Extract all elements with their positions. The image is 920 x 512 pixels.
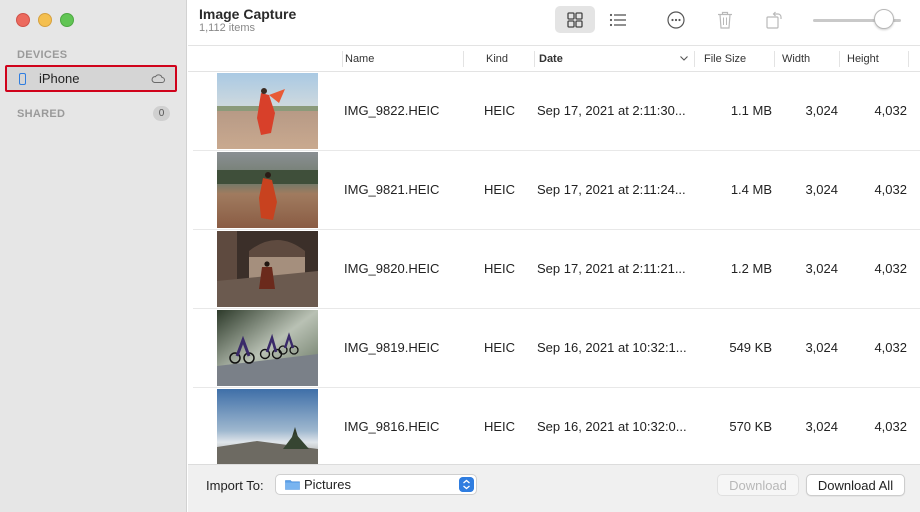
- image-width: 3,024: [805, 261, 838, 276]
- table-row[interactable]: IMG_9819.HEIC HEIC Sep 16, 2021 at 10:32…: [188, 309, 920, 388]
- rotate-icon: [766, 11, 782, 29]
- thumbnail-size-slider-knob[interactable]: [874, 9, 894, 29]
- select-stepper-icon: [459, 477, 474, 492]
- chevron-down-icon: [680, 56, 688, 61]
- minimize-window-button[interactable]: [38, 13, 52, 27]
- table-header: Name Kind Date File Size Width Height: [188, 46, 920, 72]
- file-name: IMG_9819.HEIC: [344, 340, 440, 355]
- window-controls: [16, 13, 74, 27]
- image-height: 4,032: [874, 340, 907, 355]
- file-name: IMG_9820.HEIC: [344, 261, 440, 276]
- list-view-icon: [609, 13, 626, 26]
- file-size: 549 KB: [729, 340, 772, 355]
- photo-thumbnail: [217, 389, 318, 464]
- file-name: IMG_9816.HEIC: [344, 419, 440, 434]
- file-date: Sep 17, 2021 at 2:11:21...: [537, 261, 686, 276]
- file-kind: HEIC: [484, 419, 516, 434]
- import-destination-value: Pictures: [304, 477, 351, 492]
- image-height: 4,032: [874, 261, 907, 276]
- folder-icon: [285, 480, 300, 490]
- more-actions-button[interactable]: [656, 6, 696, 33]
- trash-icon: [718, 11, 732, 29]
- photo-thumbnail: [217, 73, 318, 149]
- grid-view-button[interactable]: [555, 6, 595, 33]
- file-kind: HEIC: [484, 261, 516, 276]
- toolbar: Image Capture 1,112 items: [188, 0, 920, 46]
- file-date: Sep 17, 2021 at 2:11:30...: [537, 103, 686, 118]
- image-width: 3,024: [805, 103, 838, 118]
- photo-thumbnail: [217, 310, 318, 386]
- column-header-date[interactable]: Date: [539, 53, 563, 65]
- device-name: iPhone: [39, 71, 80, 86]
- photo-thumbnail: [217, 152, 318, 228]
- shared-section-label: SHARED: [17, 108, 66, 120]
- column-header-name[interactable]: Name: [345, 53, 374, 65]
- image-width: 3,024: [805, 340, 838, 355]
- download-all-button[interactable]: Download All: [806, 474, 905, 496]
- table-row[interactable]: IMG_9821.HEIC HEIC Sep 17, 2021 at 2:11:…: [188, 151, 920, 230]
- bottom-bar: Import To: Pictures Download Download Al…: [188, 464, 920, 512]
- grid-view-icon: [567, 11, 583, 28]
- file-size: 1.4 MB: [730, 182, 772, 197]
- file-name: IMG_9821.HEIC: [344, 182, 440, 197]
- photo-thumbnail: [217, 231, 318, 307]
- sidebar-item-iphone[interactable]: iPhone: [5, 65, 177, 92]
- image-width: 3,024: [805, 419, 838, 434]
- download-button[interactable]: Download: [717, 474, 799, 496]
- file-date: Sep 16, 2021 at 10:32:1...: [537, 340, 687, 355]
- devices-section-label: DEVICES: [17, 49, 68, 61]
- list-view-button[interactable]: [598, 6, 638, 33]
- column-header-width[interactable]: Width: [782, 53, 810, 65]
- image-height: 4,032: [874, 419, 907, 434]
- import-to-label: Import To:: [206, 478, 264, 493]
- delete-button[interactable]: [705, 6, 745, 33]
- table-row[interactable]: IMG_9816.HEIC HEIC Sep 16, 2021 at 10:32…: [188, 388, 920, 464]
- import-destination-select[interactable]: Pictures: [275, 474, 477, 495]
- file-name: IMG_9822.HEIC: [344, 103, 440, 118]
- file-date: Sep 17, 2021 at 2:11:24...: [537, 182, 686, 197]
- file-date: Sep 16, 2021 at 10:32:0...: [537, 419, 687, 434]
- file-kind: HEIC: [484, 340, 516, 355]
- file-kind: HEIC: [484, 182, 516, 197]
- cloud-icon: [151, 74, 165, 83]
- sidebar: DEVICES iPhone SHARED 0: [0, 0, 187, 512]
- shared-count-badge: 0: [153, 106, 170, 121]
- rotate-button[interactable]: [754, 6, 794, 33]
- file-size: 570 KB: [729, 419, 772, 434]
- iphone-icon: [19, 72, 26, 85]
- file-size: 1.2 MB: [730, 261, 772, 276]
- close-window-button[interactable]: [16, 13, 30, 27]
- zoom-window-button[interactable]: [60, 13, 74, 27]
- table-row[interactable]: IMG_9820.HEIC HEIC Sep 17, 2021 at 2:11:…: [188, 230, 920, 309]
- window-title: Image Capture: [199, 6, 297, 22]
- file-size: 1.1 MB: [730, 103, 772, 118]
- photo-list: IMG_9822.HEIC HEIC Sep 17, 2021 at 2:11:…: [188, 72, 920, 464]
- table-row[interactable]: IMG_9822.HEIC HEIC Sep 17, 2021 at 2:11:…: [188, 72, 920, 151]
- column-header-height[interactable]: Height: [847, 53, 879, 65]
- image-width: 3,024: [805, 182, 838, 197]
- column-header-kind[interactable]: Kind: [486, 53, 508, 65]
- ellipsis-circle-icon: [667, 10, 685, 29]
- file-kind: HEIC: [484, 103, 516, 118]
- column-header-file-size[interactable]: File Size: [704, 53, 746, 65]
- image-height: 4,032: [874, 182, 907, 197]
- image-height: 4,032: [874, 103, 907, 118]
- item-count: 1,112 items: [199, 22, 256, 34]
